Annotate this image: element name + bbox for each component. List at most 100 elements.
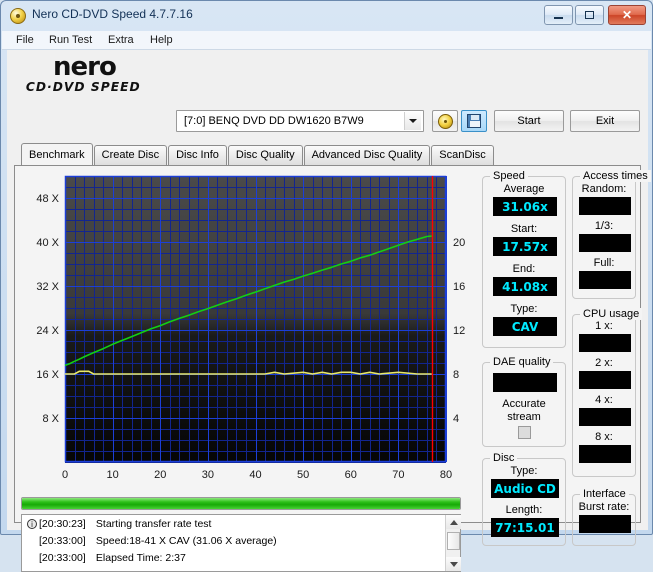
svg-text:20: 20	[453, 237, 465, 249]
start-button[interactable]: Start	[494, 110, 564, 132]
speed-panel: Speed Average 31.06x Start: 17.57x End: …	[482, 170, 566, 348]
access-third-label: 1/3:	[594, 220, 614, 232]
speed-type-value: CAV	[493, 317, 557, 336]
maximize-icon	[576, 6, 603, 24]
minimize-button[interactable]	[544, 5, 573, 25]
log-list[interactable]: i [20:30:23] Starting transfer rate test…	[21, 514, 461, 572]
chevron-down-icon[interactable]	[404, 112, 421, 130]
title-bar: Nero CD-DVD Speed 4.7.7.16 ✕	[1, 1, 652, 31]
logo-wordmark: nero	[53, 52, 117, 82]
disc-length-label: Length:	[505, 504, 543, 516]
maximize-button[interactable]	[575, 5, 604, 25]
client-area: nero CD·DVD SPEED [7:0] BENQ DVD DD DW16…	[7, 50, 651, 572]
menu-item-help[interactable]: Help	[148, 34, 175, 46]
speed-start-value: 17.57x	[493, 237, 557, 256]
progress-bar	[21, 497, 461, 510]
tab-bar: Benchmark Create Disc Disc Info Disc Qua…	[21, 143, 495, 166]
access-third-value	[579, 234, 631, 252]
svg-text:50: 50	[297, 469, 309, 481]
cpu-8x-label: 8 x:	[595, 431, 613, 443]
log-message: Speed:18-41 X CAV (31.06 X average)	[95, 535, 277, 547]
log-time: [20:33:00]	[39, 535, 86, 547]
tab-benchmark[interactable]: Benchmark	[21, 143, 93, 165]
nero-disc-icon	[10, 8, 26, 24]
nero-logo: nero CD·DVD SPEED	[25, 52, 177, 97]
burst-rate-value	[579, 515, 631, 533]
disc-tools-button[interactable]	[432, 110, 458, 132]
tab-create-disc[interactable]: Create Disc	[93, 145, 168, 165]
disc-type-label: Type:	[510, 465, 538, 477]
disc-tools-icon	[437, 113, 453, 129]
tab-disc-quality[interactable]: Disc Quality	[227, 145, 303, 165]
speed-end-label: End:	[512, 263, 536, 275]
access-full-value	[579, 271, 631, 289]
cpu-1x-value	[579, 334, 631, 352]
disc-length-value: 77:15.01	[491, 518, 559, 537]
log-time: [20:30:23]	[39, 518, 86, 530]
app-window: Nero CD-DVD Speed 4.7.7.16 ✕ File Run Te…	[0, 0, 653, 572]
svg-text:24 X: 24 X	[36, 325, 59, 337]
chart-svg: 8 X 16 X 24 X 32 X 40 X 48 X 4 8 12 16 20 0 10 20 30 40…	[36, 175, 465, 481]
speed-average-label: Average	[503, 183, 545, 195]
svg-text:8 X: 8 X	[42, 413, 59, 425]
speed-end-value: 41.08x	[493, 277, 557, 296]
save-results-button[interactable]	[461, 110, 487, 132]
close-button[interactable]: ✕	[608, 5, 646, 25]
access-times-panel: Access times Random: 1/3: Full:	[572, 170, 651, 299]
svg-text:12: 12	[453, 325, 465, 337]
access-times-legend: Access times	[580, 170, 651, 182]
close-icon: ✕	[621, 8, 633, 22]
tab-disc-info[interactable]: Disc Info	[168, 145, 227, 165]
floppy-save-icon	[467, 114, 481, 128]
access-random-value	[579, 197, 631, 215]
svg-text:16: 16	[453, 281, 465, 293]
svg-text:0: 0	[62, 469, 68, 481]
dae-quality-legend: DAE quality	[490, 356, 554, 368]
tab-advanced-disc-quality[interactable]: Advanced Disc Quality	[303, 145, 431, 165]
cpu-4x-label: 4 x:	[595, 394, 613, 406]
interface-legend: Interface	[580, 488, 629, 500]
minimize-icon	[545, 6, 572, 24]
menu-bar: File Run Test Extra Help	[2, 31, 651, 50]
burst-rate-label: Burst rate:	[578, 501, 630, 513]
svg-text:4: 4	[453, 413, 459, 425]
disc-type-value: Audio CD	[491, 479, 559, 498]
log-scrollbar[interactable]	[445, 515, 461, 571]
menu-item-file[interactable]: File	[14, 34, 36, 46]
svg-text:40 X: 40 X	[36, 237, 59, 249]
cpu-usage-legend: CPU usage	[580, 308, 643, 320]
svg-text:70: 70	[392, 469, 404, 481]
access-random-label: Random:	[581, 183, 627, 195]
svg-text:8: 8	[453, 369, 459, 381]
speed-panel-legend: Speed	[490, 170, 528, 182]
svg-text:32 X: 32 X	[36, 281, 59, 293]
cpu-2x-label: 2 x:	[595, 357, 613, 369]
access-full-label: Full:	[593, 257, 615, 269]
log-message: Elapsed Time: 2:37	[95, 552, 186, 564]
drive-select[interactable]: [7:0] BENQ DVD DD DW1620 B7W9	[176, 110, 424, 132]
scroll-down-icon[interactable]	[446, 557, 461, 571]
cpu-8x-value	[579, 445, 631, 463]
svg-text:48 X: 48 X	[36, 193, 59, 205]
disc-panel: Disc Type: Audio CD Length: 77:15.01	[482, 452, 566, 546]
svg-text:10: 10	[107, 469, 119, 481]
disc-panel-legend: Disc	[490, 452, 518, 464]
log-row: [20:33:00] Speed:18-41 X CAV (31.06 X av…	[39, 535, 277, 547]
window-title: Nero CD-DVD Speed 4.7.7.16	[32, 7, 193, 21]
benchmark-panel: 8 X 16 X 24 X 32 X 40 X 48 X 4 8 12 16 20 0 10 20 30 40…	[14, 165, 651, 546]
accurate-stream-checkbox[interactable]	[518, 426, 531, 439]
menu-item-runtest[interactable]: Run Test	[47, 34, 94, 46]
exit-button[interactable]: Exit	[570, 110, 640, 132]
tab-scandisc[interactable]: ScanDisc	[431, 145, 494, 165]
speed-type-label: Type:	[510, 303, 538, 315]
cpu-1x-label: 1 x:	[595, 320, 613, 332]
log-time: [20:33:00]	[39, 552, 86, 564]
menu-item-extra[interactable]: Extra	[106, 34, 136, 46]
info-icon: i	[27, 519, 37, 529]
svg-text:20: 20	[154, 469, 166, 481]
log-row: [20:33:00] Elapsed Time: 2:37	[39, 552, 186, 564]
logo-subtitle: CD·DVD SPEED	[25, 80, 141, 94]
speed-average-value: 31.06x	[493, 197, 557, 216]
benchmark-chart: 8 X 16 X 24 X 32 X 40 X 48 X 4 8 12 16 20 0 10 20 30 40…	[17, 168, 477, 488]
scroll-up-icon[interactable]	[446, 515, 461, 529]
